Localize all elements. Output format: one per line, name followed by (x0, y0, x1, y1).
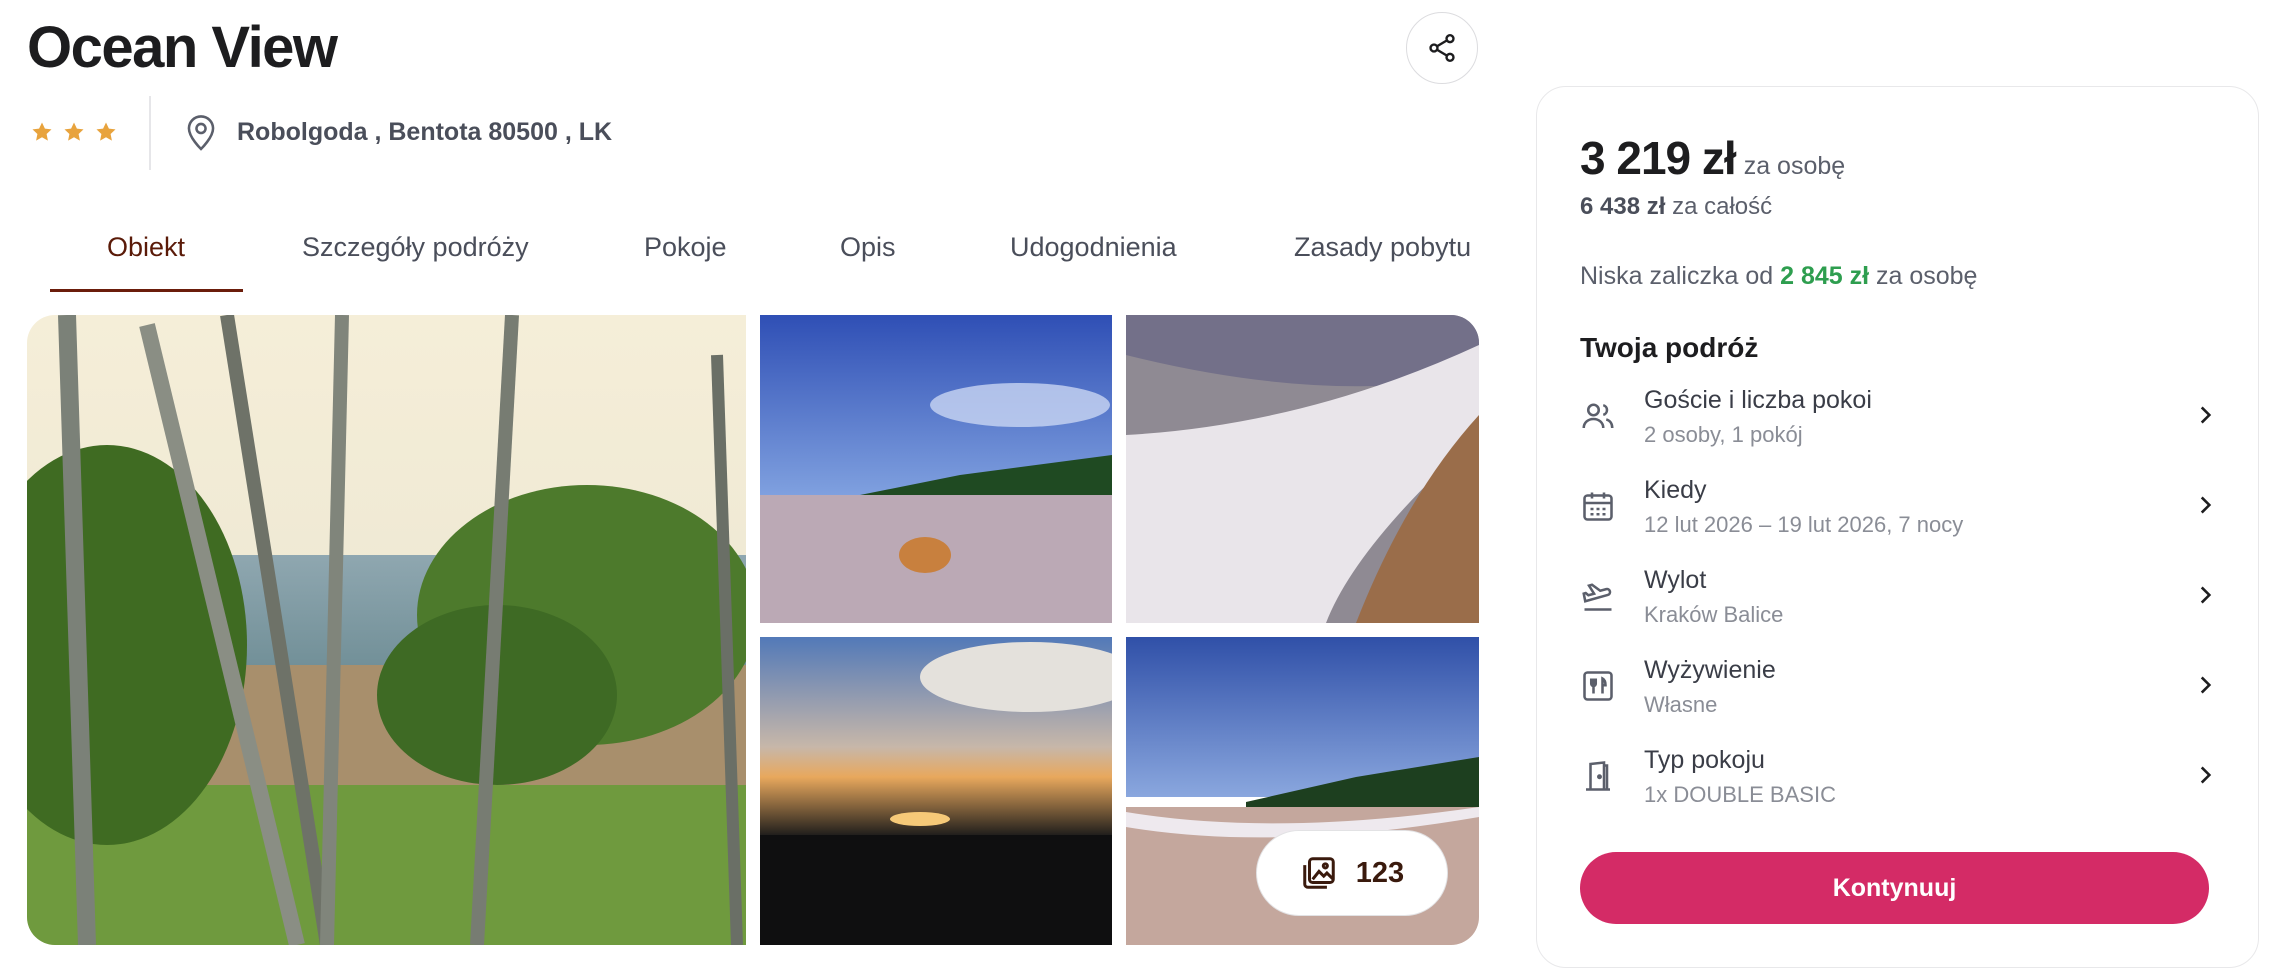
trip-row-label: Wylot (1644, 566, 1707, 594)
trip-row-dates[interactable]: Kiedy 12 lut 2026 – 19 lut 2026, 7 nocy (1580, 474, 2218, 554)
deposit-info: Niska zaliczka od 2 845 zł za osobę (1580, 262, 1977, 291)
trip-row-label: Goście i liczba pokoi (1644, 386, 1872, 414)
tab-obiekt[interactable]: Obiekt (107, 232, 185, 263)
star-icon (32, 122, 52, 141)
price-value: 3 219 zł (1580, 132, 1737, 184)
guests-icon (1582, 403, 1614, 429)
star-icon (64, 122, 84, 141)
price-per-label: za osobę (1743, 152, 1846, 180)
chevron-right-icon (2200, 676, 2212, 694)
price-total-value: 6 438 zł (1580, 193, 1666, 220)
calendar-icon (1583, 492, 1613, 521)
divider (149, 96, 151, 170)
tab-opis[interactable]: Opis (840, 232, 896, 263)
deposit-prefix: Niska zaliczka od (1580, 262, 1774, 290)
trip-row-value: Kraków Balice (1644, 602, 1784, 627)
price-total: 6 438 zł za całość (1580, 193, 1772, 221)
tab-udogodnienia[interactable]: Udogodnienia (1010, 232, 1177, 263)
price-per-person: 3 219 zł za osobę (1580, 131, 1845, 185)
trip-row-value: 2 osoby, 1 pokój (1644, 422, 1803, 447)
trip-row-label: Typ pokoju (1644, 746, 1765, 774)
share-icon (1429, 34, 1455, 62)
trip-row-guests[interactable]: Goście i liczba pokoi 2 osoby, 1 pokój (1580, 384, 2218, 464)
deposit-suffix: za osobę (1876, 262, 1978, 290)
plane-departure-icon (1582, 583, 1612, 611)
active-tab-indicator (50, 289, 243, 292)
section-tabs: Obiekt Szczegóły podróży Pokoje Opis Udo… (50, 216, 1480, 292)
chevron-right-icon (2200, 766, 2212, 784)
gallery-icon (1303, 857, 1335, 889)
booking-card: 3 219 zł za osobę 6 438 zł za całość Nis… (1536, 86, 2259, 968)
trip-row-room-type[interactable]: Typ pokoju 1x DOUBLE BASIC (1580, 744, 2218, 824)
main-photo[interactable] (27, 315, 746, 945)
trip-row-departure[interactable]: Wylot Kraków Balice (1580, 564, 2218, 644)
deposit-amount: 2 845 zł (1780, 262, 1870, 290)
trip-row-value: 12 lut 2026 – 19 lut 2026, 7 nocy (1644, 512, 1964, 537)
trip-row-label: Kiedy (1644, 476, 1707, 504)
trip-row-meals[interactable]: Wyżywienie Własne (1580, 654, 2218, 734)
gallery-photo[interactable] (1126, 315, 1479, 623)
tab-szczegoly-podrozy[interactable]: Szczegóły podróży (302, 232, 529, 263)
continue-button[interactable]: Kontynuuj (1580, 852, 2209, 924)
star-icon (96, 122, 116, 141)
gallery-photo[interactable] (760, 637, 1112, 945)
location-pin-icon (187, 115, 215, 151)
trip-row-value: 1x DOUBLE BASIC (1644, 782, 1836, 807)
show-all-photos-button[interactable]: 123 (1256, 830, 1448, 916)
chevron-right-icon (2200, 406, 2212, 424)
tab-zasady-pobytu[interactable]: Zasady pobytu (1294, 232, 1471, 263)
star-rating (30, 120, 118, 144)
door-icon (1586, 761, 1610, 791)
hotel-location[interactable]: Robolgoda , Bentota 80500 , LK (237, 118, 612, 147)
photo-count-label: 123 (1355, 856, 1405, 889)
gallery-photo[interactable] (760, 315, 1112, 623)
meal-icon (1583, 671, 1613, 701)
trip-row-label: Wyżywienie (1644, 656, 1776, 684)
price-total-label: za całość (1672, 193, 1773, 220)
share-button[interactable] (1406, 12, 1478, 84)
page-title: Ocean View (27, 15, 338, 80)
trip-row-value: Własne (1644, 692, 1718, 717)
chevron-right-icon (2200, 586, 2212, 604)
trip-section-title: Twoja podróż (1580, 332, 1759, 363)
chevron-right-icon (2200, 496, 2212, 514)
tab-pokoje[interactable]: Pokoje (644, 232, 727, 263)
